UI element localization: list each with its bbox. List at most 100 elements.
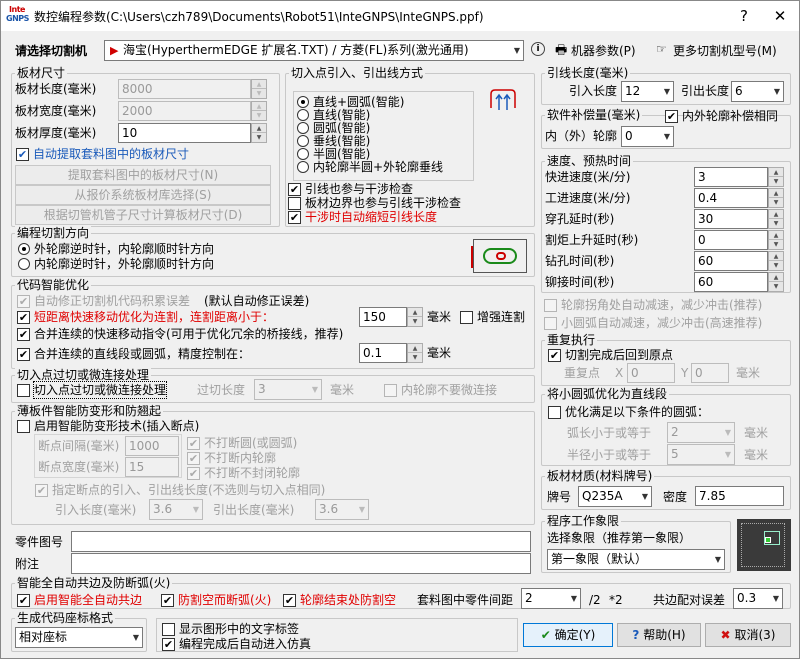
bridge-checkbox[interactable]: 增强连割: [460, 309, 525, 325]
lead-option-perpendicular[interactable]: 垂线(智能): [297, 134, 370, 148]
feed-speed-spinner[interactable]: ▲ ▼: [768, 188, 784, 208]
lead-option-line[interactable]: 直线(智能): [297, 108, 370, 122]
feed-speed-input[interactable]: 0.4: [694, 188, 768, 208]
sheet-width-spinner[interactable]: ▲ ▼: [251, 101, 267, 121]
merge-rapid-checkbox[interactable]: 合并连续的快速移动指令(可用于优化冗余的桥接线，推荐): [17, 326, 343, 342]
extract-sheet-size-button[interactable]: 提取套料图中的板材尺寸(N): [15, 165, 271, 185]
sheet-length-spinner[interactable]: ▲ ▼: [251, 79, 267, 99]
same-compensation-checkbox[interactable]: 内外轮廓补偿相同: [665, 108, 778, 124]
auto-shorten-checkbox[interactable]: 干涉时自动缩短引线长度: [288, 209, 437, 225]
no-break-inner-checkbox[interactable]: 不打断内轮廓: [187, 450, 276, 466]
rapid-speed-spinner[interactable]: ▲ ▼: [768, 167, 784, 187]
direction-option-2[interactable]: 内轮廓逆时针，外轮廓顺时针方向: [18, 257, 214, 271]
machine-params-button[interactable]: 机器参数(P): [571, 43, 636, 59]
speed-row-label: 钻孔时间(秒): [545, 254, 615, 268]
short-link-spinner[interactable]: ▲ ▼: [407, 307, 423, 327]
merge-line-spinner[interactable]: ▲ ▼: [407, 343, 423, 363]
part-spacing-select[interactable]: 2: [521, 588, 581, 609]
repeat-x-input[interactable]: 0: [627, 363, 675, 383]
merge-line-checkbox[interactable]: 合并连续的直线段或圆弧，精度控制在：: [17, 346, 250, 362]
sheet-width-input[interactable]: 2000: [118, 101, 251, 121]
pierce-delay-input[interactable]: 30: [694, 209, 768, 229]
show-text-checkbox[interactable]: 显示图形中的文字标签: [162, 621, 299, 637]
lead-option-label: 直线+圆弧(智能): [313, 95, 405, 109]
rivet-time-spinner[interactable]: ▲ ▼: [768, 272, 784, 292]
spacing-mul-button[interactable]: *2: [609, 592, 623, 608]
lead-option-arc[interactable]: 圆弧(智能): [297, 121, 370, 135]
specify-break-lead-checkbox[interactable]: 指定断点的引入、引出线长度(不选则与切入点相同): [35, 482, 325, 498]
break-lead-out-select[interactable]: 3.6: [315, 499, 369, 520]
short-link-checkbox[interactable]: 短距离快速移动优化为连割，连割距离小于：: [17, 309, 274, 325]
pierce-delay-spinner[interactable]: ▲ ▼: [768, 209, 784, 229]
radio-circle: [297, 96, 309, 108]
lead-out-length-select[interactable]: 6: [731, 81, 784, 102]
torch-rise-spinner[interactable]: ▲ ▼: [768, 230, 784, 250]
part-drawing-label: 零件图号: [15, 535, 64, 549]
short-link-input[interactable]: 150: [359, 307, 407, 327]
auto-common-edge-checkbox[interactable]: 启用智能全自动共边: [17, 592, 142, 608]
close-title-button[interactable]: ✕: [765, 5, 795, 27]
help-button[interactable]: ? 帮助(H): [617, 623, 701, 647]
break-gap-input[interactable]: 1000: [125, 436, 179, 456]
auto-simulate-checkbox[interactable]: 编程完成后自动进入仿真: [162, 636, 311, 652]
pipe-size-button[interactable]: 根据切管机管子尺寸计算板材尺寸(D): [15, 205, 271, 225]
rivet-time-input[interactable]: 60: [694, 272, 768, 292]
return-origin-checkbox[interactable]: 切割完成后回到原点: [548, 347, 673, 363]
arc-length-select[interactable]: 2: [667, 422, 735, 443]
overcut-length-select[interactable]: 3: [254, 379, 322, 400]
grade-label: 牌号: [547, 490, 572, 504]
pair-tolerance-select[interactable]: 0.3: [733, 588, 783, 609]
help-title-button[interactable]: ?: [729, 5, 759, 27]
prevent-arc-break-checkbox[interactable]: 防割空而断弧(火): [161, 592, 271, 608]
machine-select[interactable]: ▶ 海宝(HyperthermEDGE 扩展名.TXT) / 方菱(FL)系列(…: [104, 40, 524, 61]
direction-option-1[interactable]: 外轮廓逆时针，内轮廓顺时针方向: [18, 242, 214, 256]
corner-slowdown-checkbox[interactable]: 轮廓拐角处自动减速，减少冲击(推荐): [544, 297, 762, 313]
rapid-speed-input[interactable]: 3: [694, 167, 768, 187]
merge-line-label: 合并连续的直线段或圆弧，精度控制在：: [34, 347, 251, 361]
overcut-checkbox[interactable]: 切入点过切或微连接处理: [17, 381, 168, 399]
break-width-input[interactable]: 15: [125, 457, 179, 477]
lead-option-line-arc[interactable]: 直线+圆弧(智能): [297, 95, 404, 109]
torch-rise-input[interactable]: 0: [694, 230, 768, 250]
arc-slowdown-checkbox[interactable]: 小圆弧自动减速，减少冲击(高速推荐): [544, 315, 762, 331]
quote-library-button[interactable]: 从报价系统板材库选择(S): [15, 185, 271, 205]
spacing-div-button[interactable]: /2: [589, 592, 601, 608]
drill-time-spinner[interactable]: ▲ ▼: [768, 251, 784, 271]
coord-format-select[interactable]: 相对座标: [15, 627, 143, 648]
compensation-select[interactable]: 0: [621, 126, 674, 147]
auto-sheet-size-checkbox[interactable]: 自动提取套料图中的板材尺寸: [16, 146, 189, 162]
merge-line-input[interactable]: 0.1: [359, 343, 407, 363]
no-break-open-checkbox[interactable]: 不打断不封闭轮廓: [187, 465, 300, 481]
lead-in-length-select[interactable]: 12: [621, 81, 674, 102]
part-note-input[interactable]: [71, 553, 531, 574]
quadrant-select[interactable]: 第一象限（默认）: [547, 549, 725, 570]
sheet-thickness-spinner[interactable]: ▲ ▼: [251, 123, 267, 143]
sheet-length-input[interactable]: 8000: [118, 79, 251, 99]
break-width-label: 断点宽度(毫米): [38, 460, 120, 474]
grade-select[interactable]: Q235A: [578, 486, 652, 507]
drill-time-input[interactable]: 60: [694, 251, 768, 271]
end-prevent-checkbox[interactable]: 轮廓结束处防割空: [283, 592, 396, 608]
more-machines-button[interactable]: 更多切割机型号(M): [673, 43, 777, 59]
lead-option-semicircle[interactable]: 半圆(智能): [297, 147, 370, 161]
repeat-y-input[interactable]: 0: [691, 363, 729, 383]
part-drawing-input[interactable]: [71, 531, 531, 552]
info-icon[interactable]: i: [531, 42, 545, 56]
density-input[interactable]: 7.85: [695, 486, 784, 506]
lead-option-mixed[interactable]: 内轮廓半圆+外轮廓垂线: [297, 160, 443, 174]
app-icon-top-text: Inte: [9, 5, 25, 14]
checkbox-box: [35, 483, 48, 497]
cancel-button[interactable]: ✖ 取消(3): [705, 623, 791, 647]
anti-deform-label: 启用智能防变形技术(插入断点): [34, 419, 200, 433]
ok-button[interactable]: ✔ 确定(Y): [523, 623, 613, 647]
arc-radius-select[interactable]: 5: [667, 444, 735, 465]
break-lead-in-select[interactable]: 3.6: [149, 499, 203, 520]
auto-fix-checkbox[interactable]: 自动修正切割机代码积累误差: [17, 293, 190, 309]
inner-no-microjoint-checkbox[interactable]: 内轮廓不要微连接: [384, 382, 497, 398]
no-break-circle-checkbox[interactable]: 不打断圆(或圆弧): [187, 435, 297, 451]
anti-deform-checkbox[interactable]: 启用智能防变形技术(插入断点): [17, 418, 199, 434]
direction-title: 编程切割方向: [15, 226, 92, 240]
sheet-thickness-input[interactable]: 10: [118, 123, 251, 143]
speed-row-label: 穿孔延时(秒): [545, 212, 615, 226]
arc-optimize-checkbox[interactable]: 优化满足以下条件的圆弧：: [548, 404, 709, 420]
